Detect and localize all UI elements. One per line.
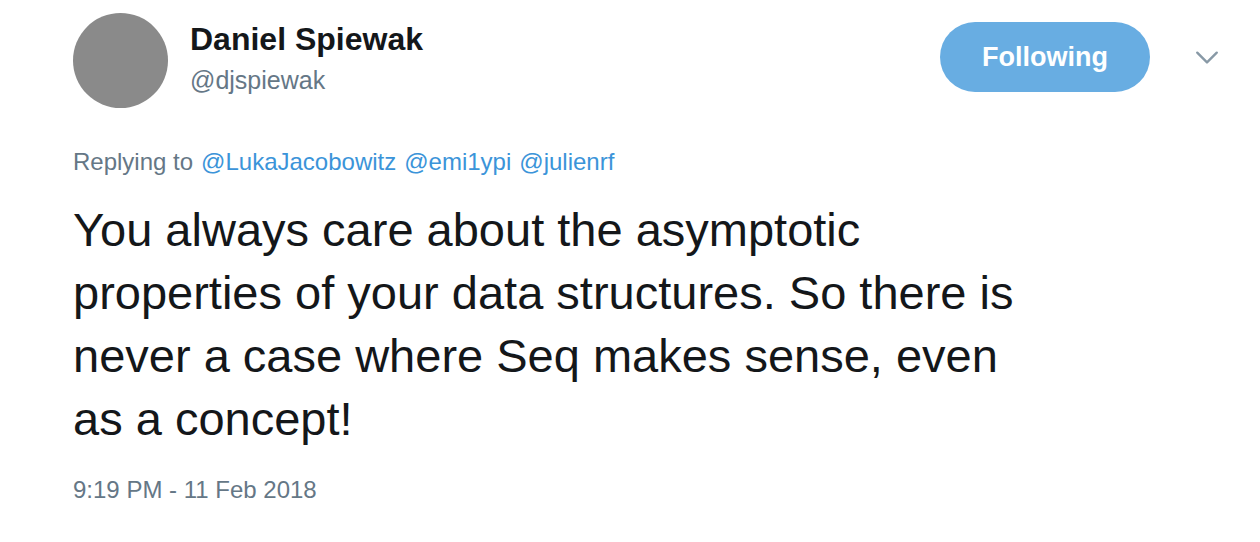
author-name[interactable]: Daniel Spiewak — [190, 19, 423, 59]
tweet-line: as a concept! — [73, 387, 1220, 450]
tweet-line: You always care about the asymptotic — [73, 198, 1220, 261]
mention-link[interactable]: @julienrf — [519, 146, 614, 178]
tweet-line: never a case where Seq makes sense, even — [73, 324, 1220, 387]
author-info: Daniel Spiewak @djspiewak — [190, 13, 423, 97]
reply-prefix: Replying to — [73, 146, 193, 178]
mention-link[interactable]: @emi1ypi — [404, 146, 511, 178]
header-actions: Following — [940, 22, 1220, 92]
chevron-down-icon[interactable] — [1194, 44, 1220, 70]
avatar[interactable] — [73, 13, 168, 108]
mention-link[interactable]: @LukaJacobowitz — [201, 146, 396, 178]
replying-to: Replying to@LukaJacobowitz@emi1ypi@julie… — [73, 146, 1220, 178]
timestamp[interactable]: 9:19 PM - 11 Feb 2018 — [73, 474, 1220, 506]
tweet-line: properties of your data structures. So t… — [73, 261, 1220, 324]
tweet-text: You always care about the asymptoticprop… — [73, 198, 1220, 450]
tweet: Daniel Spiewak @djspiewak Following Repl… — [0, 0, 1260, 506]
tweet-header: Daniel Spiewak @djspiewak Following — [73, 13, 1220, 108]
following-button[interactable]: Following — [940, 22, 1150, 92]
author-handle[interactable]: @djspiewak — [190, 63, 423, 97]
